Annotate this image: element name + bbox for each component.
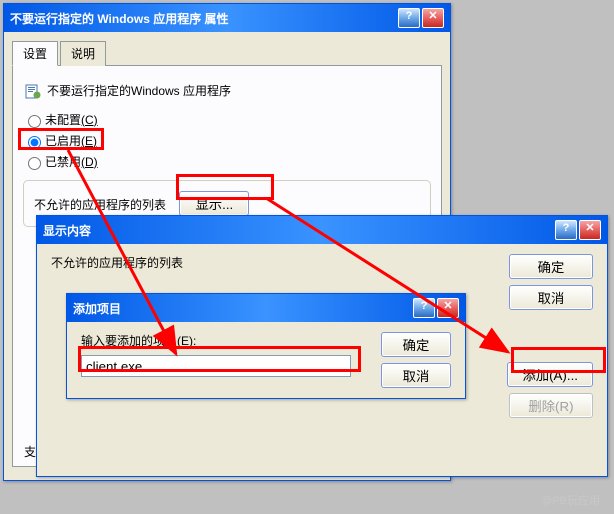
tabs: 设置 说明 [12, 40, 442, 66]
show-dialog-help[interactable]: ? [555, 220, 577, 240]
show-dialog-titlebar: 显示内容 ? ✕ [37, 216, 607, 244]
radio-enabled[interactable]: 已启用 (E) [23, 132, 431, 149]
add-item-dialog: 添加项目 ? ✕ 输入要添加的项目(E): 确定 取消 [66, 293, 466, 399]
radio-disabled-key: (D) [81, 155, 98, 169]
radio-enabled-key: (E) [81, 134, 97, 148]
show-list-label: 不允许的应用程序的列表 [51, 254, 495, 271]
watermark: @PB玩应用 [541, 492, 600, 508]
add-cancel-button[interactable]: 取消 [381, 363, 451, 388]
radio-nc-key: (C) [81, 113, 98, 127]
radio-disabled-input[interactable] [28, 157, 41, 170]
add-dialog-body: 输入要添加的项目(E): 确定 取消 [67, 322, 465, 398]
radio-nc-label: 未配置 [45, 111, 81, 128]
policy-icon [25, 83, 41, 99]
add-dialog-title: 添加项目 [73, 300, 411, 317]
add-dialog-titlebar: 添加项目 ? ✕ [67, 294, 465, 322]
tab-explain[interactable]: 说明 [60, 41, 106, 66]
add-dialog-help[interactable]: ? [413, 298, 435, 318]
show-button[interactable]: 显示... [179, 191, 249, 216]
window-title: 不要运行指定的 Windows 应用程序 属性 [10, 10, 396, 27]
close-button[interactable]: ✕ [422, 8, 444, 28]
policy-name: 不要运行指定的Windows 应用程序 [47, 82, 231, 99]
item-input[interactable] [81, 355, 351, 377]
add-ok-button[interactable]: 确定 [381, 332, 451, 357]
radio-not-configured[interactable]: 未配置 (C) [23, 111, 431, 128]
list-label: 不允许的应用程序的列表 [34, 198, 166, 212]
add-input-key: (E): [177, 334, 196, 348]
radio-enabled-label: 已启用 [45, 132, 81, 149]
show-dialog-close[interactable]: ✕ [579, 220, 601, 240]
show-dialog-title: 显示内容 [43, 222, 553, 239]
add-input-label-row: 输入要添加的项目(E): [81, 332, 369, 349]
help-button[interactable]: ? [398, 8, 420, 28]
radio-enabled-input[interactable] [28, 136, 41, 149]
policy-title-row: 不要运行指定的Windows 应用程序 [25, 82, 431, 99]
remove-button: 删除(R) [509, 393, 593, 418]
radio-disabled-label: 已禁用 [45, 153, 81, 170]
add-input-label: 输入要添加的项目 [81, 334, 177, 348]
show-cancel-button[interactable]: 取消 [509, 285, 593, 310]
add-dialog-buttons: 确定 取消 [381, 332, 451, 388]
show-dialog-buttons: 确定 取消 添加(A)... 删除(R) [507, 254, 593, 418]
support-label: 支 [24, 443, 36, 460]
add-dialog-close[interactable]: ✕ [437, 298, 459, 318]
add-button[interactable]: 添加(A)... [507, 362, 593, 387]
titlebar: 不要运行指定的 Windows 应用程序 属性 ? ✕ [4, 4, 450, 32]
radio-nc-input[interactable] [28, 115, 41, 128]
tab-settings[interactable]: 设置 [12, 41, 58, 66]
radio-disabled[interactable]: 已禁用 (D) [23, 153, 431, 170]
show-ok-button[interactable]: 确定 [509, 254, 593, 279]
